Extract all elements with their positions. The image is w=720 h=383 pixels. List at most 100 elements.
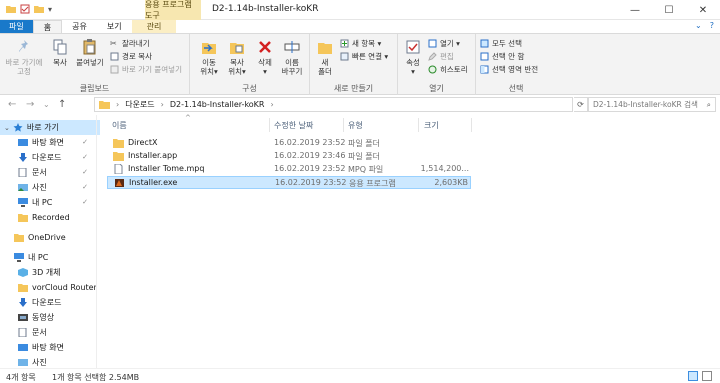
forward-button[interactable]: →: [26, 99, 34, 110]
column-header-size[interactable]: 크기: [424, 120, 439, 131]
column-header-date[interactable]: 수정한 날짜: [274, 120, 313, 131]
up-button[interactable]: ↑: [58, 99, 66, 110]
minimize-button[interactable]: —: [618, 0, 652, 20]
delete-button[interactable]: 삭제 ▾: [254, 38, 276, 76]
new-small-buttons: 새 항목 ▾ 빠른 연결 ▾: [340, 38, 388, 62]
close-button[interactable]: ✕: [686, 0, 720, 20]
tab-file[interactable]: 파일: [0, 20, 33, 33]
open-button[interactable]: 열기 ▾: [428, 38, 468, 49]
copy-to-button[interactable]: 복사 위치▾: [224, 38, 250, 76]
back-button[interactable]: ←: [8, 99, 16, 110]
ribbon-expand-button[interactable]: ⌄: [695, 21, 702, 30]
rename-button[interactable]: 이름 바꾸기: [278, 38, 306, 76]
copy-path-button[interactable]: 경로 복사: [110, 51, 182, 62]
help-button[interactable]: ?: [710, 21, 714, 30]
download-arrow-icon: [19, 153, 27, 162]
videos-icon: [18, 314, 28, 321]
column-header-type[interactable]: 유형: [348, 120, 363, 131]
pane-divider[interactable]: [96, 115, 97, 368]
documents-icon: [18, 168, 27, 177]
tab-share[interactable]: 공유: [62, 20, 97, 33]
large-icons-view-icon[interactable]: [702, 371, 712, 381]
breadcrumb-downloads[interactable]: 다운로드: [125, 99, 154, 110]
navigation-pane: ⌄ 바로 가기 바탕 화면 ✓ 다운로드 ✓ 문서 ✓ 사진 ✓ 내 PC ✓ …: [0, 115, 100, 368]
nav-pc-desktop[interactable]: 바탕 화면: [0, 340, 100, 355]
history-button[interactable]: 히스토리: [428, 64, 468, 75]
folder-icon: [113, 139, 124, 148]
folder-icon: [6, 6, 16, 13]
details-view-icon[interactable]: [688, 371, 698, 381]
breadcrumb-current-folder[interactable]: D2-1.14b-Installer-koKR: [170, 100, 265, 109]
sort-indicator: ^: [185, 114, 191, 122]
search-box[interactable]: D2-1.14b-Installer-koKR 검색 ⌕: [588, 97, 716, 112]
nav-item-desktop[interactable]: 바탕 화면 ✓: [0, 135, 100, 150]
nav-item-downloads[interactable]: 다운로드 ✓: [0, 150, 100, 165]
nav-item-this-pc-pinned[interactable]: 내 PC ✓: [0, 195, 100, 210]
group-clipboard: 바로 가기에 고정 복사 붙여넣기 ✂ 잘라내기 경로 복사 바로 가기 붙여넣…: [0, 34, 190, 96]
nav-pc-documents[interactable]: 문서: [0, 325, 100, 340]
desktop-icon: [18, 139, 28, 146]
new-folder-icon[interactable]: [34, 4, 44, 14]
nav-pc-vorcloud-router[interactable]: vorCloud Router: [0, 280, 100, 295]
column-divider[interactable]: [471, 118, 472, 132]
nav-pc-videos[interactable]: 동영상: [0, 310, 100, 325]
group-label-new: 새로 만들기: [333, 84, 374, 93]
easy-access-button[interactable]: 빠른 연결 ▾: [340, 51, 388, 62]
file-row[interactable]: DirectX 16.02.2019 23:52 파일 폴더: [107, 137, 471, 150]
file-date: 16.02.2019 23:52: [275, 178, 347, 187]
tab-home[interactable]: 홈: [32, 20, 63, 33]
invert-selection-icon: [480, 65, 489, 74]
nav-item-documents[interactable]: 문서 ✓: [0, 165, 100, 180]
nav-pc-pictures[interactable]: 사진: [0, 355, 100, 368]
nav-item-recorded[interactable]: Recorded: [0, 210, 100, 225]
new-item-button[interactable]: 새 항목 ▾: [340, 38, 388, 49]
copy-path-icon: [110, 52, 119, 61]
context-tab-header: 응용 프로그램 도구: [145, 0, 201, 20]
properties-button[interactable]: 속성 ▾: [402, 38, 424, 76]
search-input[interactable]: D2-1.14b-Installer-koKR 검색: [593, 99, 698, 110]
open-icon: [428, 39, 437, 48]
select-none-button[interactable]: 선택 안 함: [480, 51, 538, 62]
refresh-button[interactable]: ⟳: [574, 97, 588, 112]
maximize-button[interactable]: ☐: [652, 0, 686, 20]
file-name: Installer.exe: [129, 178, 178, 187]
file-row[interactable]: Installer Tome.mpq 16.02.2019 23:52 MPQ …: [107, 163, 471, 176]
nav-this-pc[interactable]: 내 PC: [0, 250, 100, 265]
nav-quick-access[interactable]: ⌄ 바로 가기: [0, 120, 100, 135]
address-bar[interactable]: › 다운로드 › D2-1.14b-Installer-koKR ›: [94, 97, 573, 112]
file-row-selected[interactable]: Installer.exe 16.02.2019 23:52 응용 프로그램 2…: [107, 176, 471, 189]
recent-locations-button[interactable]: ⌄: [43, 100, 50, 109]
select-all-button[interactable]: 모두 선택: [480, 38, 538, 49]
column-divider[interactable]: [418, 118, 419, 132]
tab-manage[interactable]: 관리: [131, 20, 177, 33]
move-to-button[interactable]: 이동 위치▾: [196, 38, 222, 76]
edit-button[interactable]: 편집: [428, 51, 468, 62]
nav-pc-downloads[interactable]: 다운로드: [0, 295, 100, 310]
status-selection: 1개 항목 선택함 2.54MB: [52, 373, 140, 382]
tab-view[interactable]: 보기: [97, 20, 132, 33]
column-header-name[interactable]: 이름: [112, 120, 127, 131]
nav-pc-3d-objects[interactable]: 3D 개체: [0, 265, 100, 280]
pin-icon: [19, 40, 28, 52]
nav-onedrive[interactable]: OneDrive: [0, 230, 100, 245]
cut-button[interactable]: ✂ 잘라내기: [110, 38, 182, 49]
new-item-icon: [340, 39, 349, 48]
invert-selection-button[interactable]: 선택 영역 반전: [480, 64, 538, 75]
file-row[interactable]: Installer.app 16.02.2019 23:46 파일 폴더: [107, 150, 471, 163]
column-divider[interactable]: [269, 118, 270, 132]
properties-icon[interactable]: [20, 4, 30, 14]
pin-quick-access-button[interactable]: 바로 가기에 고정: [4, 38, 44, 76]
nav-item-pictures[interactable]: 사진 ✓: [0, 180, 100, 195]
column-divider[interactable]: [343, 118, 344, 132]
new-folder-button[interactable]: 새 폴더: [314, 38, 336, 76]
group-select: 모두 선택 선택 안 함 선택 영역 반전 선택: [476, 34, 556, 96]
window-controls: — ☐ ✕: [618, 0, 720, 20]
paste-shortcut-button[interactable]: 바로 가기 붙여넣기: [110, 64, 182, 75]
paste-button[interactable]: 붙여넣기: [74, 38, 106, 67]
file-date: 16.02.2019 23:52: [274, 164, 346, 173]
properties-icon: [406, 40, 420, 54]
qat-dropdown-icon[interactable]: ▾: [48, 5, 52, 14]
select-small-buttons: 모두 선택 선택 안 함 선택 영역 반전: [480, 38, 538, 75]
copy-button[interactable]: 복사: [48, 38, 72, 67]
delete-icon: [259, 41, 271, 53]
